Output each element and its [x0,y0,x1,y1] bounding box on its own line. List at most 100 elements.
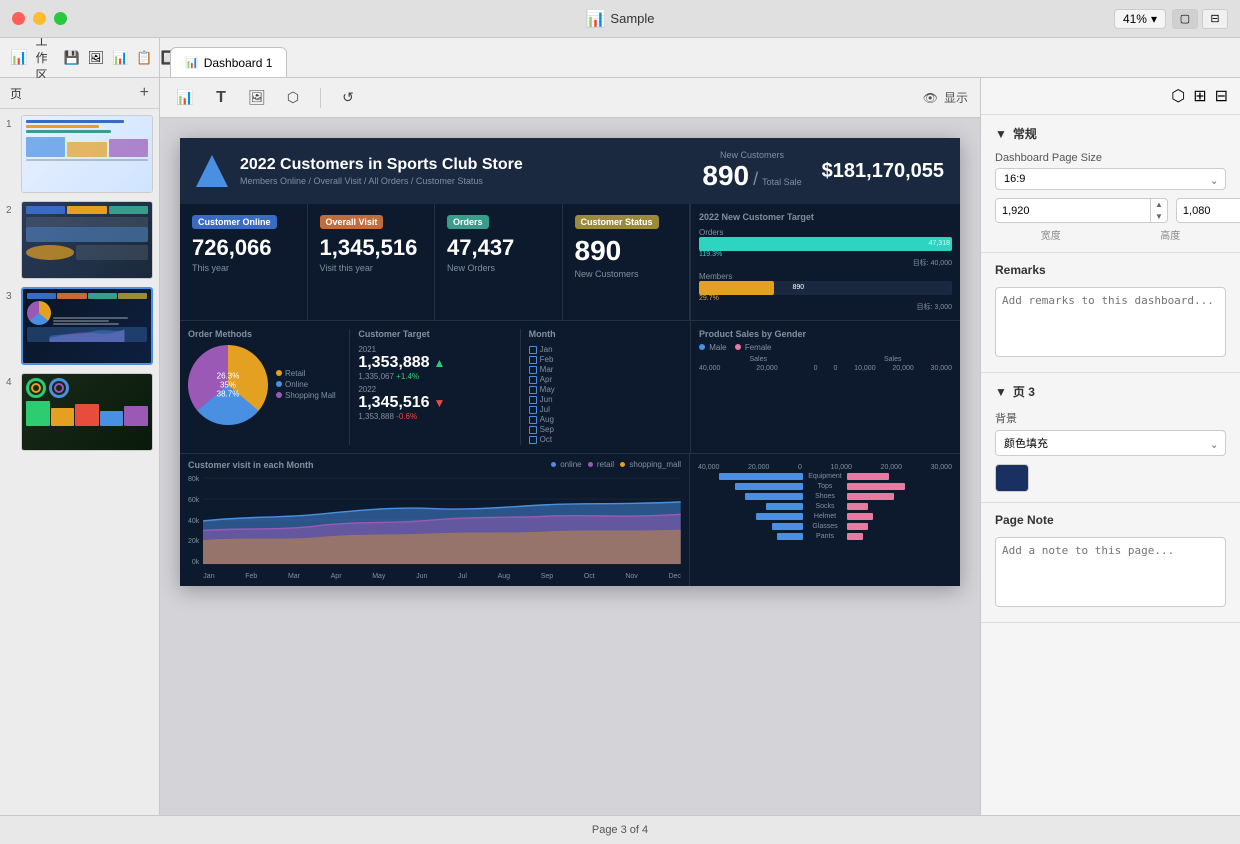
image-tool-button[interactable]: 🖼 [244,85,270,111]
orders-pct: 119.3% [699,251,952,258]
mall-area-dot [620,462,625,467]
page-size-select[interactable]: 16:9 [995,168,1226,190]
maximize-button[interactable] [54,12,67,25]
pages-label: 页 [10,85,22,102]
kpi-card-0: Customer Online 726,066 This year [180,204,308,320]
dim-labels: 宽度 高度 [995,227,1226,242]
general-title: 常规 [1013,125,1037,142]
zoom-control[interactable]: 41% ▾ [1114,9,1166,29]
dashboard-middle-content: Order Methods 26.3% 35% 38.7% [180,321,960,453]
view-icons: ▢ ⊟ [1172,9,1228,29]
close-button[interactable] [12,12,25,25]
page-thumb-4[interactable]: 4 [6,373,153,451]
page-thumb-2[interactable]: 2 [6,201,153,279]
new-customers-value: 890 [702,160,749,192]
page3-section: ▼ 页 3 背景 颜色填充 [981,373,1240,503]
grid-icon[interactable]: 📋 [136,50,152,66]
dashboard-tab[interactable]: 📊 Dashboard 1 [170,47,287,77]
width-input-wrap: ▲ ▼ [995,198,1168,223]
male-bar-3 [766,503,803,510]
new-customers-label: New Customers [720,150,784,160]
members-label: Members [699,272,952,281]
area-chart-body: 80k60k40k20k0k [188,476,681,580]
female-bar-0 [847,473,889,480]
middle-row: Order Methods 26.3% 35% 38.7% [188,329,682,445]
title-bar-right: 41% ▾ ▢ ⊟ [1114,9,1228,29]
layout-icon[interactable]: ⊞ [1193,86,1206,106]
page-thumbnail-2 [21,201,153,279]
new-target-title: 2022 New Customer Target [699,212,952,222]
kpi-value-1: 1,345,516 [320,235,423,261]
copy-icon[interactable]: 🖼 [88,50,105,66]
page-thumb-3[interactable]: 3 [6,287,153,365]
male-legend: Male [699,343,727,352]
order-methods-title: Order Methods [188,329,341,339]
width-input[interactable] [996,201,1150,221]
text-tool-button[interactable]: T [208,85,234,111]
title-bar: 📊 Sample 41% ▾ ▢ ⊟ [0,0,1240,38]
female-bar-1 [847,483,905,490]
page-panel-header: 页 + [0,78,159,109]
chart-add-icon[interactable]: 📊 [112,50,128,66]
dashboard-logo-icon [196,155,228,187]
view-single-icon[interactable]: ▢ [1172,9,1198,29]
save-icon[interactable]: 💾 [63,50,79,66]
ct-value-2022: 1,345,516 [358,394,429,412]
height-input[interactable] [1177,201,1240,221]
display-label: 显示 [944,89,968,106]
bg-color-swatch[interactable] [995,464,1029,492]
female-bar-5 [847,523,868,530]
legend-retail: Retail [276,369,336,378]
shape-tool-button[interactable]: ⬡ [280,85,306,111]
male-bar-2 [745,493,803,500]
refresh-tool-button[interactable]: ↺ [335,85,361,111]
sales-axis-left: 40,00020,0000 [699,365,818,372]
bg-select[interactable]: 颜色填充 [995,430,1226,456]
view-split-icon[interactable]: ⊟ [1202,9,1228,29]
cube-icon[interactable]: ⬡ [1171,86,1185,106]
page-thumb-1[interactable]: 1 [6,115,153,193]
toolbar-left: 📊 工作区 💾 🖼 📊 📋 🔲 [0,38,160,77]
month-title: Month [529,329,682,339]
ct-prev-2022: 1,353,888 -0.6% [358,412,511,421]
page-num-3: 3 [6,291,16,302]
month-list: Jan Feb Mar Apr May Jun Jul Aug Sep Oc [529,345,682,444]
total-sale-value: $181,170,055 [822,160,944,183]
dashboard-left-content: Order Methods 26.3% 35% 38.7% [180,321,690,453]
add-page-button[interactable]: + [140,84,149,102]
bg-select-wrap: 颜色填充 [995,430,1226,456]
page-panel: 页 + 1 [0,78,160,815]
area-chart-header: Customer visit in each Month online reta… [188,460,681,476]
width-up[interactable]: ▲ [1151,199,1167,211]
mall-dot [276,392,282,398]
width-label: 宽度 [995,227,1107,242]
gender-chart-wrap: Sales 40,00020,0000 Sales [699,356,952,372]
page3-section-header[interactable]: ▼ 页 3 [995,383,1226,400]
page-thumbnail-1 [21,115,153,193]
area-chart-legend: online retail shopping_mall [551,460,681,469]
kpi-card-2: Orders 47,437 New Orders [435,204,563,320]
legend-retail-area: retail [588,460,615,469]
month-may: May [529,385,682,394]
minimize-button[interactable] [33,12,46,25]
width-field: ▲ ▼ [995,198,1168,223]
dashboard-header: 2022 Customers in Sports Club Store Memb… [180,138,960,204]
customer-target-title: Customer Target [358,329,511,339]
width-stepper: ▲ ▼ [1150,199,1167,222]
remarks-textarea[interactable] [995,287,1226,357]
page-note-textarea[interactable] [995,537,1226,607]
ct-change-2021: +1.4% [396,372,419,381]
male-bar-1 [735,483,803,490]
remarks-section-header[interactable]: Remarks [995,263,1226,277]
sales-label-left: Sales [699,356,818,363]
remarks-section: Remarks [981,253,1240,373]
grid-panel-icon[interactable]: ⊟ [1215,86,1228,106]
width-down[interactable]: ▼ [1151,211,1167,223]
page-size-select-wrap: 16:9 [995,168,1226,190]
display-button[interactable]: 👁 显示 [923,89,968,106]
chart-tool-button[interactable]: 📊 [172,85,198,111]
general-section-header[interactable]: ▼ 常规 [995,125,1226,142]
retail-label: Retail [285,369,305,378]
page-num-1: 1 [6,119,16,130]
dimensions-row: ▲ ▼ ▲ ▼ [995,198,1226,223]
